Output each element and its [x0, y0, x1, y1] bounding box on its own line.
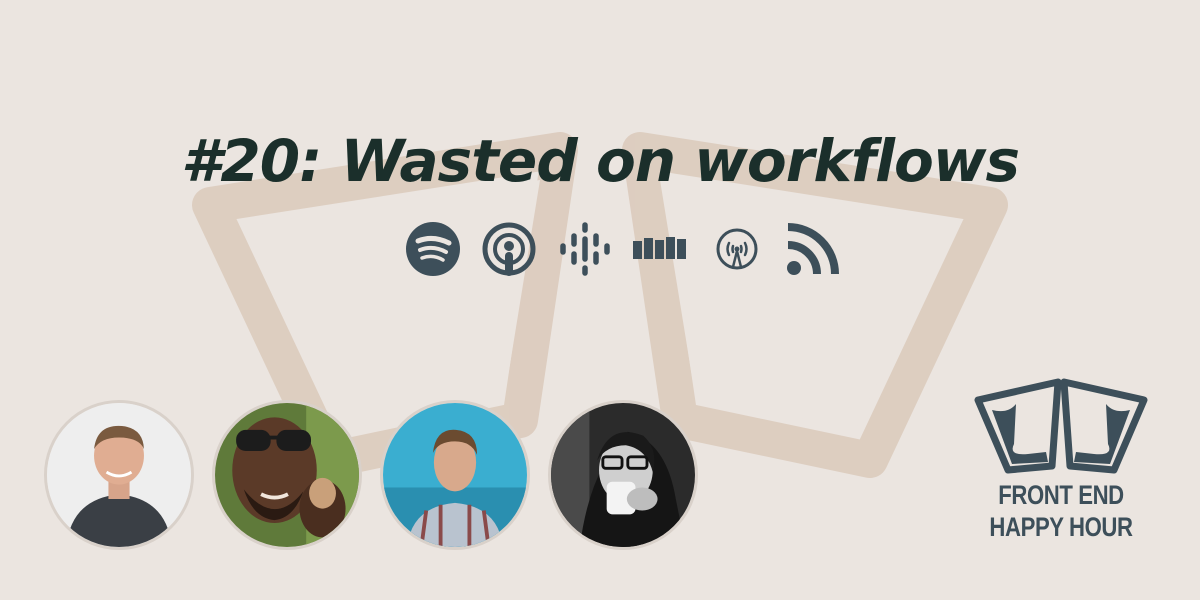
google-podcasts-link[interactable] — [556, 220, 614, 278]
host-avatar-2 — [212, 400, 362, 550]
rss-icon — [787, 223, 839, 275]
host-photo-4 — [551, 403, 695, 547]
spotify-link[interactable] — [404, 220, 462, 278]
overcast-icon — [716, 228, 758, 270]
host-photo-1 — [47, 403, 191, 547]
show-logo: FRONT END HAPPY HOUR — [968, 374, 1154, 564]
logo-line-1: FRONT END — [998, 480, 1124, 510]
host-photo-3 — [383, 403, 527, 547]
glasses-logo-icon — [974, 378, 1148, 474]
google-podcasts-icon — [560, 222, 610, 276]
apple-podcasts-link[interactable] — [480, 220, 538, 278]
overcast-link[interactable] — [708, 220, 766, 278]
spotify-icon — [406, 222, 460, 276]
platform-links — [404, 220, 842, 278]
apple-podcasts-icon — [482, 222, 536, 276]
rss-link[interactable] — [784, 220, 842, 278]
host-avatar-4 — [548, 400, 698, 550]
stitcher-icon — [633, 237, 686, 259]
stitcher-link[interactable] — [632, 220, 690, 278]
host-photo-2 — [215, 403, 359, 547]
episode-title: #20: Wasted on workflows — [181, 126, 1020, 195]
logo-line-2: HAPPY HOUR — [989, 512, 1133, 542]
host-avatar-1 — [44, 400, 194, 550]
host-avatar-3 — [380, 400, 530, 550]
